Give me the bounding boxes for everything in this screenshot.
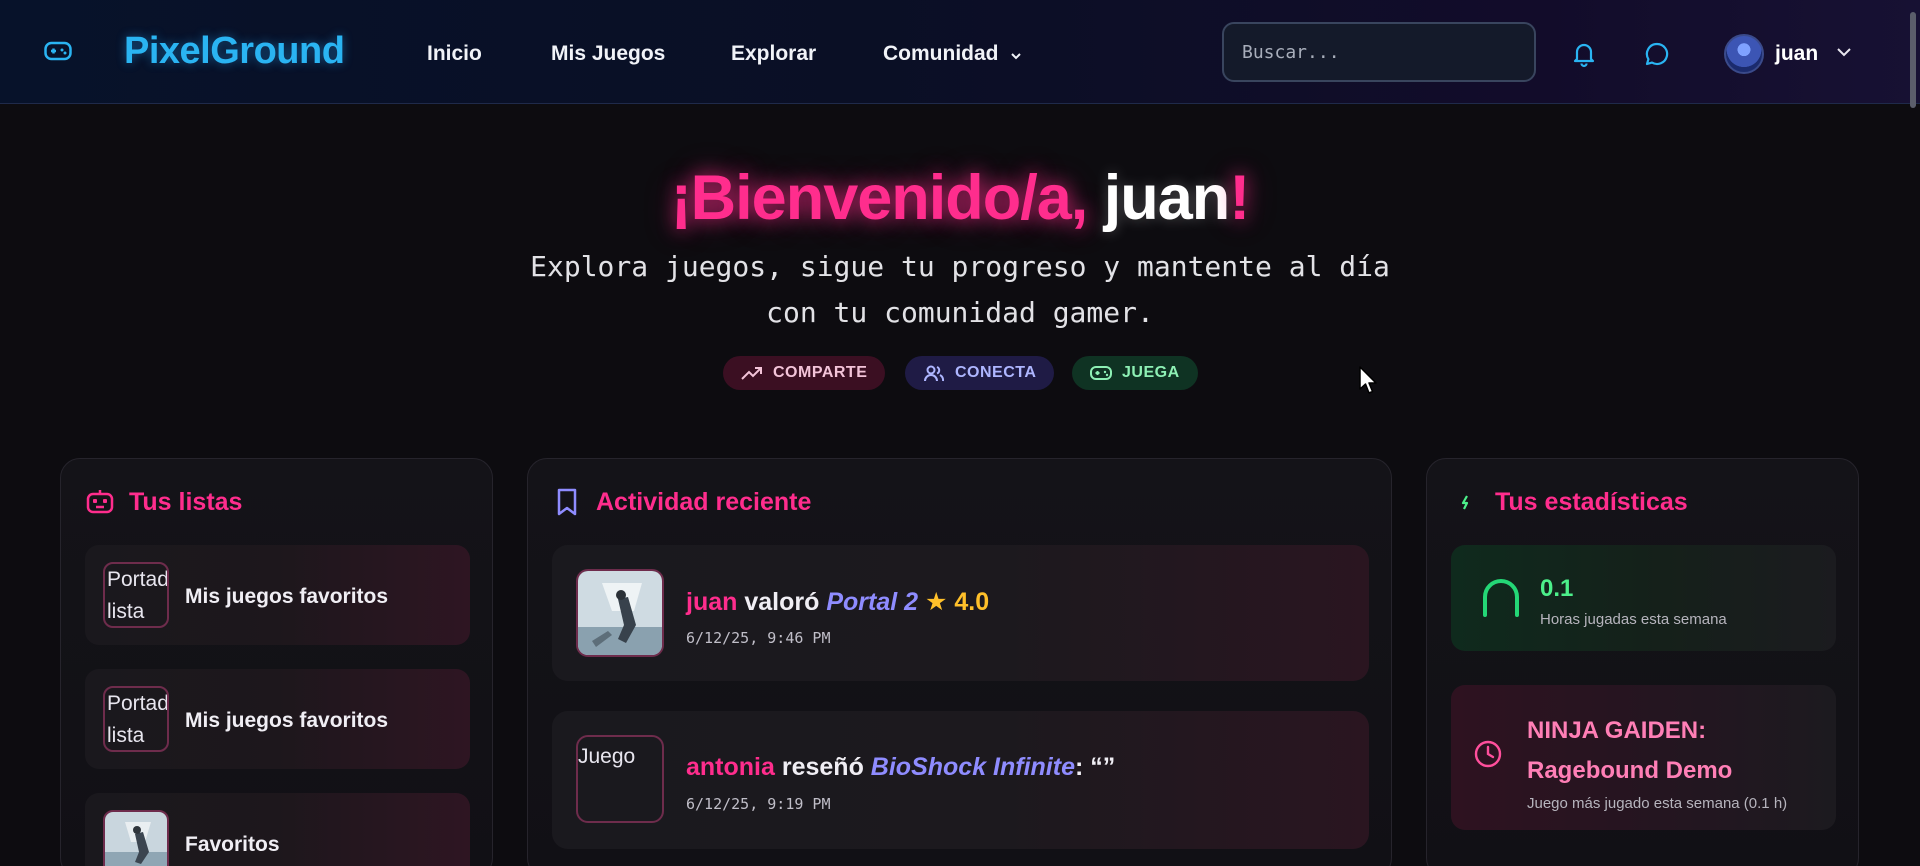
activity-timestamp: 6/12/25, 9:46 PM [686, 629, 831, 647]
list-name: Mis juegos favoritos [185, 709, 389, 732]
activity-user[interactable]: antonia [686, 753, 775, 781]
nav-link-explorar[interactable]: Explorar [731, 42, 816, 66]
lists-title: Tus listas [129, 487, 243, 516]
top-game-name: NINJA GAIDEN: Ragebound Demo [1527, 717, 1733, 784]
activity-user[interactable]: juan [686, 588, 737, 616]
list-cover: Portada lista [103, 562, 169, 628]
clock-icon [1474, 740, 1502, 768]
top-navbar: PixelGround Inicio Mis Juegos Explorar C… [0, 0, 1920, 108]
users-icon [924, 365, 945, 382]
activity-text: antonia reseñó BioShock Infinite: “” [686, 753, 1115, 782]
stats-title: Tus estadísticas [1495, 487, 1688, 516]
search-input[interactable] [1222, 22, 1536, 82]
stats-header: Tus estadísticas [1451, 487, 1688, 517]
activity-item[interactable]: Juego antonia reseñó BioShock Infinite: … [552, 711, 1369, 849]
activity-verb: valoró [744, 588, 820, 616]
top-game-label: Juego más jugado esta semana (0.1 h) [1527, 795, 1788, 812]
list-name: Favoritos [185, 833, 280, 856]
activity-game[interactable]: BioShock Infinite [871, 753, 1075, 781]
gauge-icon [1483, 579, 1519, 617]
nav-link-comunidad[interactable]: Comunidad [883, 42, 1022, 66]
tag-comparte: COMPARTE [723, 356, 886, 390]
tag-label: COMPARTE [773, 364, 868, 381]
activity-panel: Actividad reciente juan valoró Portal 2 … [527, 458, 1392, 866]
game-cover: Juego [576, 735, 664, 823]
hours-value: 0.1 [1540, 575, 1574, 602]
activity-title: Actividad reciente [596, 487, 812, 516]
list-cover-image [103, 810, 169, 866]
list-cover: Portada lista [103, 686, 169, 752]
gamepad-icon[interactable] [44, 40, 72, 62]
title-suffix: ! [1229, 163, 1250, 233]
activity-rating: 4.0 [954, 588, 990, 616]
bolt-icon [1461, 495, 1469, 510]
activity-game[interactable]: Portal 2 [826, 588, 918, 616]
tag-juega: JUEGA [1072, 356, 1198, 390]
list-item[interactable]: Portada lista Mis juegos favoritos [85, 545, 470, 645]
bookmark-icon [557, 488, 577, 516]
activity-header: Actividad reciente [552, 487, 811, 517]
activity-item[interactable]: juan valoró Portal 2 ★ 4.0 6/12/25, 9:46… [552, 545, 1369, 681]
nav-link-inicio[interactable]: Inicio [427, 42, 482, 66]
tag-conecta: CONECTA [905, 356, 1055, 390]
brand-logo[interactable]: PixelGround [124, 30, 345, 73]
trending-up-icon [741, 367, 762, 380]
star-icon: ★ [925, 588, 948, 616]
stats-panel: Tus estadísticas 0.1 Horas jugadas esta … [1426, 458, 1859, 866]
title-user: juan [1103, 163, 1231, 233]
chevron-down-icon [1011, 53, 1022, 60]
page-subtitle: Explora juegos, sigue tu progreso y mant… [530, 250, 1390, 329]
chat-icon[interactable] [1643, 40, 1671, 68]
activity-review: : “” [1074, 753, 1116, 781]
tag-label: JUEGA [1122, 364, 1180, 381]
title-greeting: ¡Bienvenido/a, [670, 163, 1104, 233]
gamepad-icon [1090, 366, 1112, 380]
avatar[interactable] [1724, 34, 1764, 74]
scrollbar[interactable] [1910, 12, 1916, 108]
list-item[interactable]: Favoritos [85, 793, 470, 866]
tag-label: CONECTA [955, 364, 1037, 381]
hours-label: Horas jugadas esta semana [1540, 611, 1727, 628]
chevron-down-icon[interactable] [1836, 46, 1852, 58]
activity-timestamp: 6/12/25, 9:19 PM [686, 795, 831, 813]
lists-panel: Tus listas Portada lista Mis juegos favo… [60, 458, 493, 866]
game-cover-image [576, 569, 664, 657]
page-title: ¡Bienvenido/a, juan! [0, 162, 1920, 234]
activity-text: juan valoró Portal 2 ★ 4.0 [686, 587, 989, 617]
list-item[interactable]: Portada lista Mis juegos favoritos [85, 669, 470, 769]
top-game-stat-card[interactable]: NINJA GAIDEN: Ragebound Demo Juego más j… [1451, 685, 1836, 830]
user-name[interactable]: juan [1775, 42, 1818, 66]
nav-link-comunidad-label: Comunidad [883, 42, 999, 65]
robot-icon [86, 490, 114, 514]
lists-header: Tus listas [85, 487, 242, 517]
bell-icon[interactable] [1570, 40, 1598, 68]
list-name: Mis juegos favoritos [185, 585, 389, 608]
mouse-cursor-icon [1359, 366, 1377, 394]
nav-link-mis-juegos[interactable]: Mis Juegos [551, 42, 665, 66]
hours-stat-card: 0.1 Horas jugadas esta semana [1451, 545, 1836, 651]
activity-verb: reseñó [781, 753, 864, 781]
